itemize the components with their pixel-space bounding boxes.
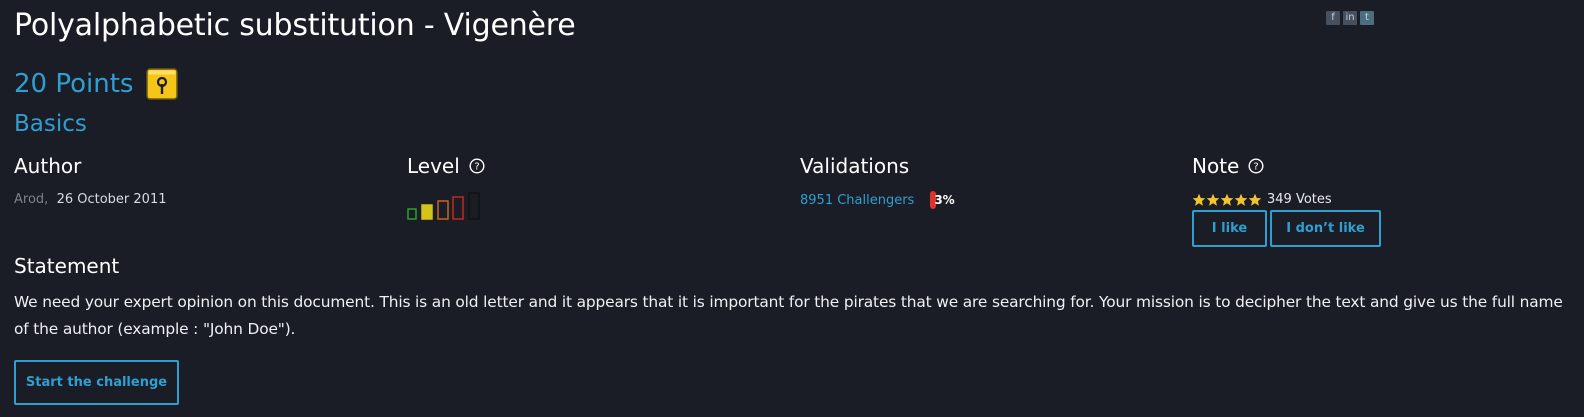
note-section: Note ? 349 Votes I like I don’t like — [1192, 154, 1381, 247]
star-rating — [1192, 193, 1262, 207]
star-icon — [1206, 193, 1220, 206]
level-bar-2 — [421, 204, 433, 220]
challenge-points: 20 Points — [14, 69, 134, 99]
facebook-icon[interactable]: f — [1326, 11, 1340, 25]
lock-icon — [146, 68, 179, 100]
author-heading: Author — [14, 154, 82, 178]
level-bar-4 — [452, 196, 464, 220]
validations-section: Validations 8951 Challengers 3% — [800, 154, 955, 209]
category-link[interactable]: Basics — [14, 111, 87, 137]
publish-date: 26 October 2011 — [56, 192, 167, 207]
note-heading: Note ? — [1192, 154, 1264, 178]
statement-text: We need your expert opinion on this docu… — [14, 293, 1563, 338]
vote-buttons: I like I don’t like — [1192, 210, 1381, 247]
level-indicator — [407, 192, 480, 220]
level-heading: Level ? — [407, 154, 485, 178]
level-bar-3 — [437, 200, 449, 220]
challenge-title: Polyalphabetic substitution - Vigenère — [14, 8, 576, 43]
author-link[interactable]: Arod — [14, 192, 44, 207]
like-button[interactable]: I like — [1192, 210, 1267, 247]
star-icon — [1248, 193, 1262, 206]
validation-percent: 3% — [934, 193, 955, 207]
author-section: Author Arod, 26 October 2011 — [14, 154, 167, 207]
author-line: Arod, 26 October 2011 — [14, 192, 167, 207]
twitter-icon[interactable]: t — [1360, 11, 1374, 25]
help-icon[interactable]: ? — [469, 158, 485, 174]
level-section: Level ? — [407, 154, 485, 220]
challenge-page: f in t Polyalphabetic substitution - Vig… — [14, 0, 1574, 417]
rating-line: 349 Votes — [1192, 192, 1332, 207]
statement-heading: Statement — [14, 254, 120, 278]
help-icon[interactable]: ? — [1248, 158, 1264, 174]
star-icon — [1234, 193, 1248, 206]
share-links: f in t — [1326, 11, 1374, 25]
start-challenge-button[interactable]: Start the challenge — [14, 360, 179, 405]
challengers-link[interactable]: 8951 Challengers — [800, 193, 914, 208]
star-icon — [1192, 193, 1206, 206]
validations-heading: Validations — [800, 154, 910, 178]
svg-text:?: ? — [474, 162, 479, 173]
level-bar-5 — [468, 192, 480, 220]
vote-count: 349 Votes — [1267, 192, 1332, 207]
svg-text:?: ? — [1254, 162, 1259, 173]
points-row: 20 Points — [14, 68, 179, 100]
author-separator: , — [44, 192, 49, 207]
dislike-button[interactable]: I don’t like — [1270, 210, 1381, 247]
validations-line: 8951 Challengers 3% — [800, 191, 955, 209]
linkedin-icon[interactable]: in — [1343, 11, 1357, 25]
level-bar-1 — [407, 208, 417, 220]
star-icon — [1220, 193, 1234, 206]
